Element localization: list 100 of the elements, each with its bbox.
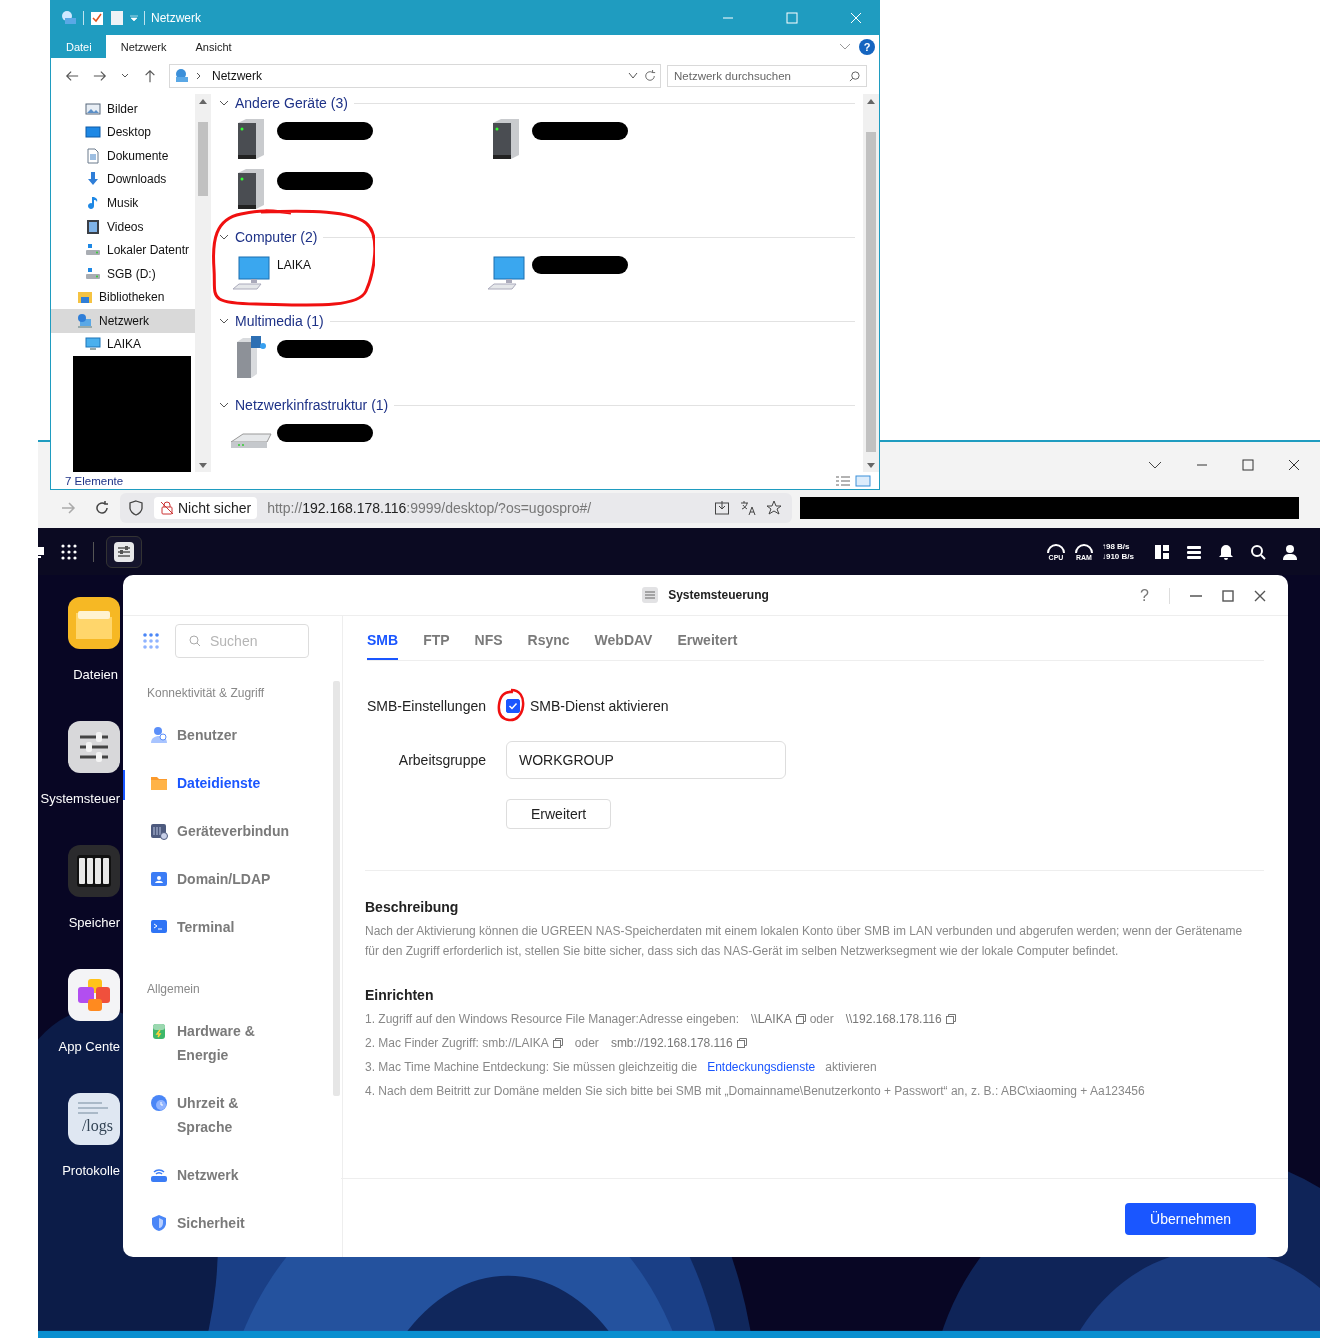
network-icon <box>61 10 77 26</box>
scrollbar[interactable] <box>198 122 208 196</box>
task-list-icon[interactable] <box>1186 543 1202 560</box>
documents-icon <box>85 147 101 164</box>
address-bar[interactable]: Nicht sicher http://192.168.178.116:9999/desktop/?os=ugospro#/ <box>120 493 792 523</box>
scroll-up-icon[interactable] <box>867 99 875 104</box>
properties-icon[interactable] <box>90 10 104 26</box>
ribbon-tab[interactable]: Netzwerk <box>105 35 181 58</box>
nav-item[interactable]: Netzwerk <box>51 309 195 333</box>
close-icon[interactable] <box>1288 459 1300 471</box>
tab[interactable]: SMB <box>367 626 399 660</box>
app-label[interactable]: Protokolle <box>62 1163 123 1178</box>
workgroup-field[interactable]: WORKGROUP <box>506 741 786 779</box>
control-panel-taskbar-button[interactable] <box>106 535 142 568</box>
back-icon[interactable] <box>65 69 79 83</box>
app-store-icon[interactable] <box>68 969 120 1021</box>
app-label[interactable]: App Cente <box>58 1039 123 1054</box>
star-icon[interactable] <box>766 500 782 516</box>
app-label[interactable]: Speicher <box>68 915 123 930</box>
chevron-down-icon[interactable] <box>219 100 229 106</box>
scroll-up-icon[interactable] <box>199 99 207 104</box>
scroll-down-icon[interactable] <box>199 463 207 468</box>
address-bar[interactable]: Netzwerk <box>169 64 661 88</box>
discovery-services-link[interactable]: Entdeckungsdienste <box>707 1055 816 1079</box>
device-icon <box>149 821 169 841</box>
group-heading[interactable]: Netzwerkinfrastruktur (1) <box>235 397 389 413</box>
app-label[interactable]: Dateien <box>73 667 123 682</box>
chevron-right-icon[interactable] <box>196 72 202 80</box>
tab[interactable]: WebDAV <box>594 626 653 660</box>
caret-icon[interactable] <box>121 72 129 80</box>
install-icon[interactable] <box>714 500 730 516</box>
up-icon[interactable] <box>143 69 157 83</box>
url-text: http://192.168.178.116:9999/desktop/?os=ugospro#/ <box>267 500 592 516</box>
scrollbar[interactable] <box>333 681 340 1096</box>
search-field[interactable]: Netzwerk durchsuchen <box>667 65 867 87</box>
checkbox-label[interactable]: SMB-Dienst aktivieren <box>530 698 669 714</box>
copy-icon[interactable] <box>795 1014 806 1024</box>
nav-item[interactable]: Bilder <box>51 97 195 121</box>
chevron-down-icon[interactable] <box>219 318 229 324</box>
nav-item[interactable]: Desktop <box>51 120 195 145</box>
nav-item[interactable]: Dokumente <box>51 144 195 168</box>
group-heading[interactable]: Computer (2) <box>235 229 318 245</box>
apply-button[interactable]: Übernehmen <box>1125 1203 1256 1235</box>
search-field[interactable]: Suchen <box>175 624 309 658</box>
nav-item[interactable]: Videos <box>51 214 195 239</box>
close-icon[interactable] <box>1254 590 1266 602</box>
maximize-icon[interactable] <box>1222 590 1234 602</box>
folder-icon[interactable] <box>68 597 120 649</box>
breadcrumb[interactable]: Netzwerk <box>212 69 262 83</box>
maximize-icon[interactable] <box>1242 459 1254 471</box>
translate-icon[interactable] <box>740 500 756 516</box>
chevron-down-icon[interactable] <box>219 234 229 240</box>
advanced-button[interactable]: Erweitert <box>506 799 612 829</box>
item-count: 7 Elemente <box>65 474 124 487</box>
refresh-icon[interactable] <box>644 70 656 82</box>
widgets-icon[interactable] <box>1154 543 1170 560</box>
address-text: \\192.168.178.116 <box>845 1011 942 1028</box>
copy-icon[interactable] <box>945 1014 956 1024</box>
server-icon <box>237 168 265 210</box>
tab[interactable]: Erweitert <box>677 626 738 660</box>
videos-icon <box>85 218 101 235</box>
scroll-down-icon[interactable] <box>867 463 875 468</box>
storage-icon[interactable] <box>68 845 120 897</box>
group-heading[interactable]: Multimedia (1) <box>235 313 324 329</box>
copy-icon[interactable] <box>552 1038 563 1048</box>
tiles-view-icon[interactable] <box>855 474 871 487</box>
device-name[interactable]: LAIKA <box>277 258 312 272</box>
copy-icon[interactable] <box>736 1038 747 1048</box>
chevron-down-icon[interactable] <box>1148 461 1162 469</box>
tab[interactable]: FTP <box>423 626 450 660</box>
reload-icon[interactable] <box>94 500 110 516</box>
apps-grid-icon[interactable] <box>61 543 77 560</box>
checkbox[interactable] <box>506 699 520 713</box>
nav-item[interactable]: Downloads <box>51 167 195 192</box>
ribbon-tab[interactable]: Ansicht <box>180 35 246 58</box>
user-icon[interactable] <box>1282 543 1298 560</box>
search-icon[interactable] <box>1250 543 1266 560</box>
nav-item[interactable]: Lokaler Datentr <box>51 238 195 262</box>
chevron-down-icon[interactable] <box>219 402 229 408</box>
chevron-down-icon[interactable] <box>628 72 638 80</box>
log-file-icon[interactable] <box>68 1093 120 1145</box>
tab[interactable]: Rsync <box>527 626 570 660</box>
security-chip[interactable]: Nicht sicher <box>154 497 258 519</box>
nav-item[interactable]: LAIKA <box>51 332 195 357</box>
forward-icon[interactable] <box>93 69 107 83</box>
tab[interactable]: NFS <box>474 626 503 660</box>
app-label[interactable]: Systemsteuer <box>40 791 123 806</box>
sliders-icon[interactable] <box>68 721 120 773</box>
nav-item[interactable]: Bibliotheken <box>51 285 195 310</box>
window-title: Systemsteuerung <box>668 588 769 602</box>
menu-icon[interactable] <box>143 633 159 649</box>
group-heading[interactable]: Andere Geräte (3) <box>235 95 348 111</box>
nav-item[interactable]: Musik <box>51 191 195 215</box>
nav-item[interactable]: SGB (D:) <box>51 261 195 286</box>
bell-icon[interactable] <box>1218 543 1234 560</box>
help-button[interactable]: ? <box>859 38 875 55</box>
scrollbar[interactable] <box>866 132 876 452</box>
help-button[interactable]: ? <box>1140 587 1149 605</box>
caret-icon[interactable] <box>130 14 138 22</box>
upload-speed: ↑98 B/s <box>1101 541 1131 552</box>
